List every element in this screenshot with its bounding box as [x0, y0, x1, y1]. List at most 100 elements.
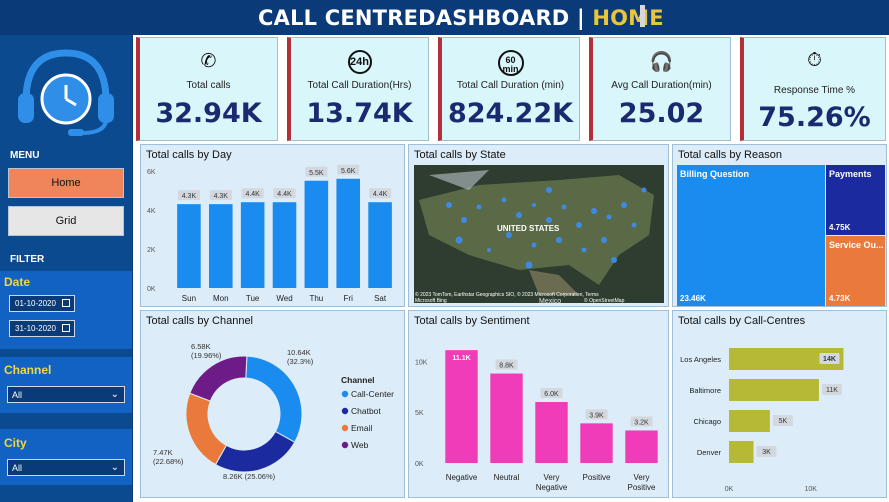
bar[interactable] [625, 430, 658, 463]
treemap-payments[interactable]: Payments 4.75K [826, 165, 885, 235]
sidebar: MENU Home Grid FILTER Date 01-10-2020 31… [0, 35, 132, 502]
x-tick-label: Very [543, 473, 559, 482]
title-divider [640, 5, 645, 27]
legend-title: Channel [341, 375, 375, 385]
bar[interactable] [240, 202, 265, 288]
legend-marker[interactable] [341, 424, 349, 432]
kpi-value: 824.22K [447, 98, 574, 129]
x-tick-label: Very [633, 473, 649, 482]
grid-button[interactable]: Grid [8, 206, 124, 236]
x-tick-label: Sun [182, 294, 196, 303]
treemap-value: 4.75K [829, 223, 851, 232]
map-country-label: UNITED STATES [497, 224, 560, 233]
x-tick-label: Fri [344, 294, 354, 303]
x-tick-label: 10K [805, 486, 818, 493]
slice-label: 7.47K [153, 448, 173, 457]
data-label: 4.3K [182, 193, 197, 200]
panel-calls-by-centre: Total calls by Call-Centres Los Angeles 1… [672, 310, 887, 498]
legend-marker[interactable] [341, 441, 349, 449]
legend-item: Email [351, 423, 372, 433]
headset-icon: 🎧 [649, 52, 674, 73]
panel-calls-by-sentiment: Total calls by Sentiment 0K 5K 10K 11.1K Neg… [408, 310, 669, 498]
slice-pct: (32.3%) [287, 357, 314, 366]
x-tick-label: Positive [582, 473, 611, 482]
data-label: 5K [779, 418, 788, 425]
bar[interactable] [445, 350, 478, 463]
channel-donut-chart: 10.64K(32.3%) 8.26K (25.06%) 7.47K(22.68%)… [153, 342, 394, 481]
map-attribution: © 2023 TomTom, Earthstar Geographics SIO… [415, 291, 599, 298]
bar[interactable] [535, 402, 568, 463]
channel-filter: Channel All ⌄ [0, 357, 132, 413]
date-to-input[interactable]: 31-10-2020 [9, 320, 75, 337]
bar[interactable] [729, 441, 754, 463]
bar[interactable] [368, 202, 392, 288]
panel-calls-by-state: Total calls by State UNITED STATES Mexic… [408, 144, 669, 307]
chevron-down-icon: ⌄ [110, 389, 119, 400]
60-min-icon: 60 min [497, 50, 524, 76]
y-tick-label: 2K [147, 247, 156, 254]
home-button[interactable]: Home [8, 168, 124, 198]
bar[interactable] [208, 204, 233, 288]
kpi-card-duration-min: 60 min Total Call Duration (min) 824.22K [438, 37, 580, 141]
calendar-icon [62, 324, 70, 332]
bar[interactable] [490, 373, 523, 463]
header-bar: CALL CENTREDASHBOARD | HOME [0, 0, 889, 35]
kpi-label: Avg Call Duration(min) [611, 80, 712, 91]
data-label: 4.4K [245, 191, 260, 198]
filter-label: FILTER [10, 254, 45, 265]
phone-icon: ✆ [200, 51, 217, 72]
slice-pct: (19.96%) [191, 351, 222, 360]
kpi-label: Total calls [186, 80, 231, 91]
y-tick-label: Denver [697, 448, 722, 457]
stopwatch-icon: ⏱ [807, 50, 822, 71]
state-map[interactable]: UNITED STATES Mexico © 2023 TomTom, Eart… [409, 145, 668, 306]
bar[interactable] [729, 379, 819, 401]
legend-marker[interactable] [341, 390, 349, 398]
bar[interactable] [729, 410, 770, 432]
kpi-card-total-calls: ✆ Total calls 32.94K [136, 37, 278, 141]
treemap-billing[interactable]: Billing Question 23.46K [677, 165, 825, 306]
city-select[interactable]: All ⌄ [7, 459, 125, 476]
legend-item: Web [351, 440, 369, 450]
donut-slice[interactable] [245, 355, 303, 443]
bar[interactable] [336, 178, 361, 288]
bar[interactable] [304, 180, 329, 288]
calendar-icon [62, 299, 70, 307]
panel-calls-by-reason: Total calls by Reason Billing Question 2… [672, 144, 887, 307]
legend-marker[interactable] [341, 407, 349, 415]
y-tick-label: 0K [147, 286, 156, 293]
donut-slice[interactable] [185, 392, 228, 466]
donut-slice[interactable] [214, 430, 296, 473]
treemap-label: Service Ou... [829, 240, 884, 250]
bar[interactable] [272, 202, 297, 288]
data-label: 14K [823, 356, 836, 363]
channel-select[interactable]: All ⌄ [7, 386, 125, 403]
slice-label: 6.58K [191, 342, 211, 351]
bar[interactable] [177, 204, 201, 288]
data-label: 3.2K [634, 419, 649, 426]
x-tick-label: Mon [213, 294, 229, 303]
y-tick-label: 0K [415, 461, 424, 468]
donut-slice[interactable] [189, 355, 248, 402]
day-bar-chart: 0K 2K 4K 6K 4.3K Sun 4.3K Mon 4.4K Tue 4.4K Wed 5.5K… [147, 164, 392, 303]
date-from-input[interactable]: 01-10-2020 [9, 295, 75, 312]
treemap-service-outage[interactable]: Service Ou... 4.73K [826, 236, 885, 306]
city-filter: City All ⌄ [0, 429, 132, 485]
x-tick-label: Thu [309, 294, 323, 303]
x-tick-label: Neutral [494, 473, 520, 482]
data-label: 6.0K [544, 391, 559, 398]
bar[interactable] [580, 423, 613, 463]
kpi-value: 32.94K [155, 98, 262, 129]
slice-pct: (22.68%) [153, 457, 184, 466]
city-filter-label: City [4, 436, 27, 450]
data-label: 3.9K [589, 412, 604, 419]
x-tick-label: Negative [536, 483, 568, 492]
treemap-value: 23.46K [680, 294, 706, 303]
x-tick-label: Wed [276, 294, 292, 303]
treemap-label: Billing Question [680, 169, 749, 179]
y-tick-label: 4K [147, 208, 156, 215]
sentiment-bar-chart: 0K5K10K11.1KNegative8.8KNeutral6.0KVeryN… [415, 350, 658, 492]
date-filter: Date 01-10-2020 31-10-2020 [0, 271, 132, 349]
y-tick-label: Los Angeles [680, 355, 721, 364]
data-label: 4.4K [373, 191, 388, 198]
